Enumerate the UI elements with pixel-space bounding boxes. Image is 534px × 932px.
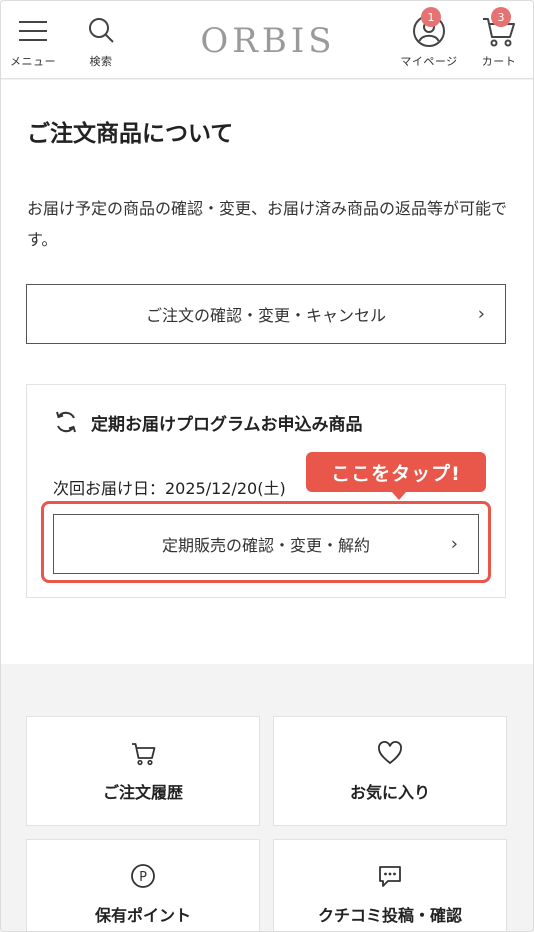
- cart-icon-wrap: 3: [481, 7, 517, 49]
- next-delivery-date: 次回お届け日：2025/12/20(土): [53, 479, 286, 498]
- chevron-right-icon: ›: [477, 303, 485, 325]
- mypage-button[interactable]: 1 マイページ: [395, 7, 463, 69]
- tile-label: クチコミ投稿・確認: [317, 906, 462, 925]
- page-title: ご注文商品について: [27, 121, 234, 147]
- header: メニュー 検索 ORBIS 1 マイページ 3 カート: [1, 1, 533, 79]
- subscription-title: 定期お届けプログラムお申込み商品: [91, 414, 363, 435]
- tooltip-arrow: [391, 491, 407, 500]
- tile-order-history[interactable]: ご注文履歴: [26, 716, 260, 826]
- tile-reviews[interactable]: クチコミ投稿・確認: [273, 839, 507, 931]
- section-description: お届け予定の商品の確認・変更、お届け済み商品の返品等が可能です。: [27, 199, 508, 249]
- point-icon: P: [131, 864, 155, 888]
- tile-label: 保有ポイント: [94, 906, 191, 925]
- order-confirm-label: ご注文の確認・変更・キャンセル: [145, 306, 386, 325]
- tile-points[interactable]: P 保有ポイント: [26, 839, 260, 931]
- mypage-label: マイページ: [400, 55, 458, 68]
- refresh-icon: [56, 411, 76, 433]
- mypage-icon-wrap: 1: [411, 7, 447, 49]
- subscription-title-row: 定期お届けプログラムお申込み商品: [53, 409, 363, 435]
- tile-label: ご注文履歴: [102, 783, 183, 802]
- svg-text:P: P: [139, 870, 147, 885]
- mypage-badge: 1: [421, 7, 441, 27]
- order-confirm-button[interactable]: ご注文の確認・変更・キャンセル ›: [26, 284, 506, 344]
- cart-icon: [132, 743, 156, 766]
- review-icon: [379, 866, 401, 887]
- highlight-frame: [41, 501, 491, 583]
- cart-label: カート: [481, 55, 517, 68]
- app-frame: メニュー 検索 ORBIS 1 マイページ 3 カート ご注文商品について お届…: [0, 0, 534, 932]
- cart-button[interactable]: 3 カート: [473, 7, 525, 69]
- tile-label: お気に入り: [349, 783, 430, 802]
- cart-badge: 3: [491, 7, 511, 27]
- heart-icon: [378, 741, 402, 765]
- tile-favorites[interactable]: お気に入り: [273, 716, 507, 826]
- tap-here-tooltip: ここをタップ!: [306, 452, 486, 492]
